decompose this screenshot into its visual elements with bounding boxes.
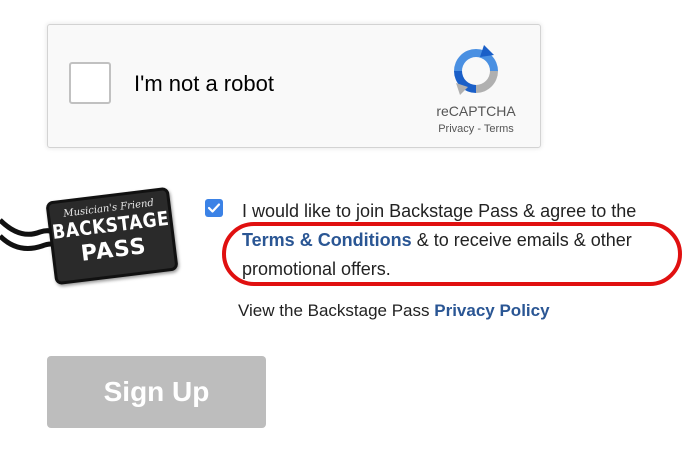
recaptcha-links: Privacy - Terms bbox=[418, 123, 534, 135]
backstage-pass-badge-icon: Musician's Friend BACKSTAGE PASS bbox=[0, 180, 185, 290]
recaptcha-terms-link[interactable]: Terms bbox=[484, 123, 514, 135]
recaptcha-widget: I'm not a robot reCAPTCHA Privacy - Term… bbox=[47, 24, 541, 148]
badge-card: Musician's Friend BACKSTAGE PASS bbox=[45, 186, 179, 286]
privacy-line: View the Backstage Pass Privacy Policy bbox=[238, 301, 550, 321]
recaptcha-brand: reCAPTCHA bbox=[436, 103, 516, 119]
consent-text: I would like to join Backstage Pass & ag… bbox=[242, 197, 687, 284]
recaptcha-label: I'm not a robot bbox=[134, 71, 274, 96]
recaptcha-logo-icon bbox=[454, 45, 498, 95]
backstage-pass-consent-checkbox[interactable] bbox=[205, 199, 223, 217]
recaptcha-link-separator: - bbox=[474, 123, 484, 135]
recaptcha-checkbox[interactable] bbox=[69, 62, 111, 104]
signup-page: I'm not a robot reCAPTCHA Privacy - Term… bbox=[0, 0, 697, 451]
sign-up-button[interactable]: Sign Up bbox=[47, 356, 266, 428]
recaptcha-privacy-link[interactable]: Privacy bbox=[438, 123, 474, 135]
consent-text-before: I would like to join Backstage Pass & ag… bbox=[242, 201, 637, 221]
privacy-policy-link[interactable]: Privacy Policy bbox=[434, 301, 549, 320]
privacy-text: View the Backstage Pass bbox=[238, 301, 435, 320]
checkmark-icon bbox=[207, 203, 221, 213]
terms-conditions-link[interactable]: Terms & Conditions bbox=[242, 230, 412, 250]
